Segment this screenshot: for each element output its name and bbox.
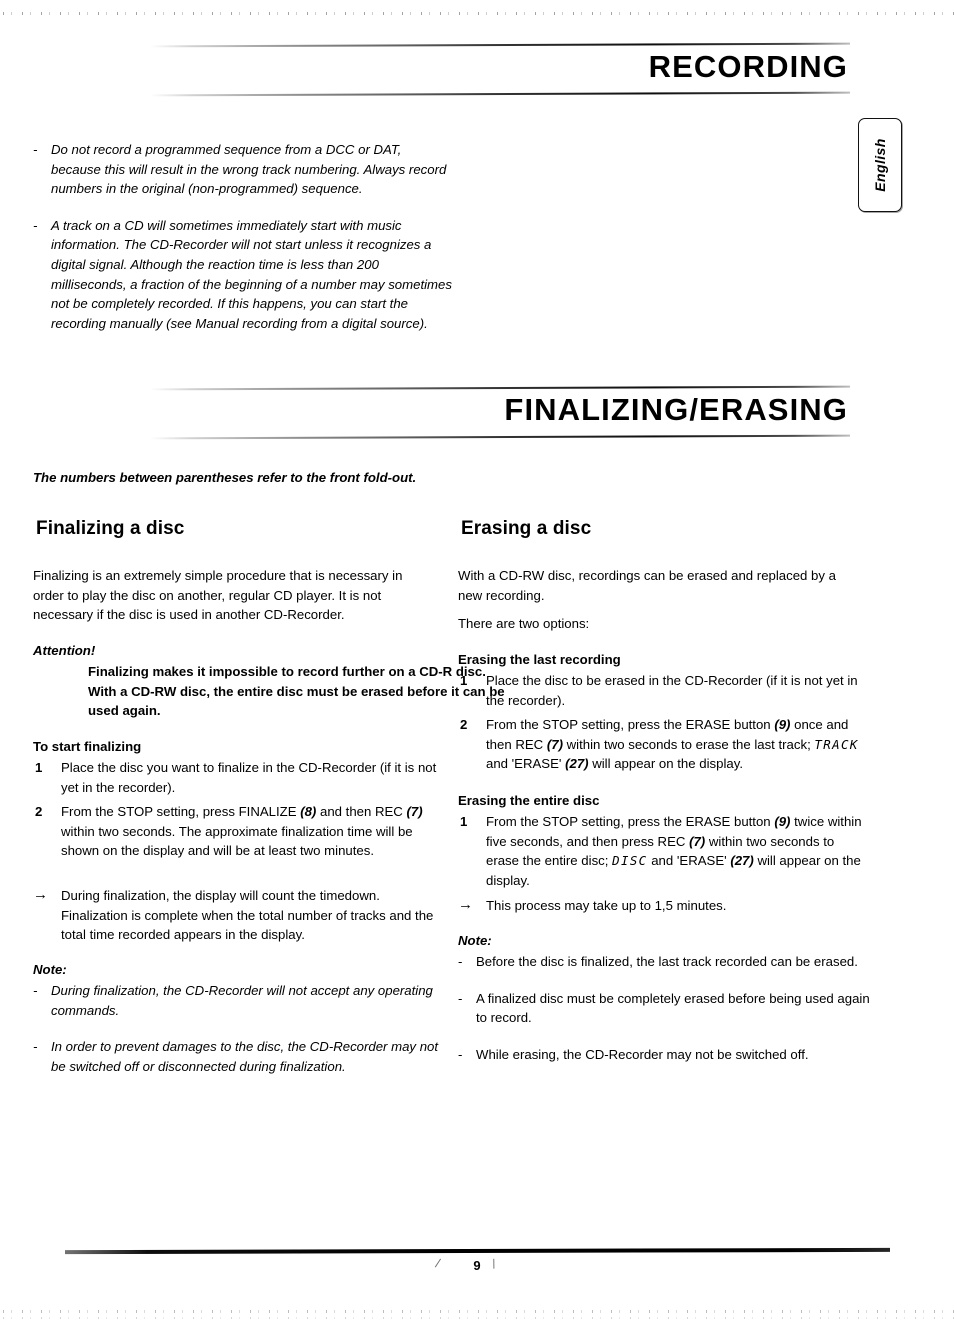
- right-note-label: Note:: [458, 933, 492, 948]
- step-text-part: within two seconds.: [61, 823, 176, 839]
- step-text-part: and 'ERASE': [486, 756, 562, 772]
- dash-marker: -: [458, 1046, 463, 1062]
- erasing-options-line: There are two options:: [458, 616, 590, 631]
- recording-notes-list: - Do not record a programmed sequence fr…: [33, 140, 453, 333]
- footer-rule: [64, 1247, 891, 1255]
- scan-noise-bottom-secondary: [0, 1317, 954, 1319]
- step-number: 1: [460, 814, 468, 829]
- step-number: 1: [35, 760, 43, 775]
- arrow-right-icon: →: [33, 886, 48, 903]
- scan-noise-top: [0, 12, 954, 15]
- fold-out-intro: The numbers between parentheses refer to…: [33, 470, 417, 485]
- document-page: RECORDING English - Do not record a prog…: [0, 0, 954, 1331]
- dash-marker: -: [458, 954, 463, 969]
- step-reference: (9): [774, 717, 791, 732]
- attention-text: Finalizing makes it impossible to record…: [88, 664, 505, 719]
- erasing-intro: With a CD-RW disc, recordings can be era…: [458, 568, 836, 603]
- section-header-recording: RECORDING: [149, 38, 851, 100]
- dash-marker: -: [33, 142, 38, 157]
- dash-marker: -: [33, 217, 38, 233]
- note-item: - Before the disc is finalized, the last…: [458, 952, 870, 972]
- note-item: - While erasing, the CD-Recorder may not…: [458, 1045, 870, 1065]
- note-text: During finalization, the CD-Recorder wil…: [51, 983, 433, 1018]
- finalizing-intro: Finalizing is an extremely simple proced…: [33, 568, 403, 623]
- dash-marker: -: [33, 1039, 38, 1055]
- step-number: 2: [460, 717, 468, 732]
- attention-label: Attention!: [33, 643, 96, 658]
- step-reference: (9): [774, 814, 791, 829]
- section-header-finalizing-erasing: FINALIZING/ERASING: [149, 381, 851, 443]
- left-note-list: - During finalization, the CD-Recorder w…: [33, 981, 445, 1076]
- arrow-right-icon: →: [458, 896, 473, 913]
- step-text-part: From the STOP setting, press the ERASE b…: [486, 814, 771, 829]
- section-title-recording: RECORDING: [648, 49, 848, 84]
- arrow-text: This process may take up to 1,5 minutes.: [486, 898, 727, 913]
- note-text: In order to prevent damages to the disc,…: [51, 1039, 439, 1074]
- step-reference: (8): [300, 804, 317, 819]
- step-reference: (27): [730, 853, 754, 869]
- erasing-arrow-note: → This process may take up to 1,5 minute…: [458, 896, 870, 931]
- language-tab-label: English: [872, 138, 888, 192]
- right-column-heading: Erasing a disc: [461, 518, 592, 539]
- step-text-part: From the STOP setting, press the ERASE b…: [486, 717, 771, 732]
- right-note-list: - Before the disc is finalized, the last…: [458, 952, 870, 1064]
- finalizing-step-2: 2 From the STOP setting, press FINALIZE …: [33, 802, 445, 861]
- to-start-finalizing-heading: To start finalizing: [33, 739, 142, 754]
- display-text-track: TRACK: [814, 736, 859, 752]
- language-tab: English: [858, 118, 902, 212]
- recording-note-text: A track on a CD will sometimes immediate…: [51, 217, 452, 331]
- note-item: - In order to prevent damages to the dis…: [33, 1037, 445, 1076]
- step-item: 1 Place the disc to be erased in the CD-…: [458, 671, 870, 710]
- step-text: Place the disc you want to finalize in t…: [61, 760, 437, 795]
- step-item: 2 From the STOP setting, press FINALIZE …: [33, 802, 445, 861]
- arrow-text: During finalization, the display will co…: [61, 888, 434, 943]
- step-number: 1: [460, 673, 468, 688]
- erasing-last-recording-heading: Erasing the last recording: [458, 652, 621, 667]
- dash-marker: -: [458, 990, 463, 1006]
- finalizing-arrow-note: → During finalization, the display will …: [33, 886, 445, 960]
- step-reference: (27): [565, 756, 589, 772]
- step-item: 2 From the STOP setting, press the ERASE…: [458, 715, 870, 774]
- note-item: - A finalized disc must be completely er…: [458, 989, 870, 1028]
- step-text-part: and then REC: [319, 804, 403, 819]
- step-reference: (7): [689, 833, 706, 849]
- step-text-part: From the STOP setting, press FINALIZE: [61, 804, 297, 819]
- erasing-last-step-2: 2 From the STOP setting, press the ERASE…: [458, 715, 870, 774]
- recording-note-item: - A track on a CD will sometimes immedia…: [33, 216, 453, 334]
- note-text: While erasing, the CD-Recorder may not b…: [476, 1046, 809, 1062]
- erasing-entire-step-1: 1 From the STOP setting, press the ERASE…: [458, 812, 870, 890]
- scan-noise-bottom: [0, 1310, 954, 1313]
- step-item: 1 From the STOP setting, press the ERASE…: [458, 812, 870, 890]
- display-text-disc: DISC: [612, 853, 648, 869]
- recording-note-item: - Do not record a programmed sequence fr…: [33, 140, 453, 199]
- note-text: Before the disc is finalized, the last t…: [476, 954, 858, 969]
- header-rule-bottom: [149, 434, 851, 440]
- arrow-item: → During finalization, the display will …: [33, 886, 445, 945]
- finalizing-step-1: 1 Place the disc you want to finalize in…: [33, 758, 445, 797]
- dash-marker: -: [33, 983, 38, 998]
- erasing-last-step-1: 1 Place the disc to be erased in the CD-…: [458, 671, 870, 710]
- step-reference: (7): [406, 804, 423, 819]
- step-reference: (7): [546, 736, 563, 752]
- left-column-heading: Finalizing a disc: [36, 518, 185, 539]
- note-item: - During finalization, the CD-Recorder w…: [33, 981, 445, 1020]
- recording-note-text: Do not record a programmed sequence from…: [51, 142, 447, 197]
- step-text-part: within two seconds to erase the last tra…: [566, 736, 811, 752]
- section-title-finalizing-erasing: FINALIZING/ERASING: [504, 392, 848, 427]
- page-number: 9: [473, 1258, 481, 1273]
- erasing-entire-disc-heading: Erasing the entire disc: [458, 793, 600, 808]
- step-item: 1 Place the disc you want to finalize in…: [33, 758, 445, 797]
- step-text: Place the disc to be erased in the CD-Re…: [486, 673, 858, 708]
- step-text-part: and 'ERASE': [651, 853, 727, 869]
- step-number: 2: [35, 804, 43, 819]
- arrow-item: → This process may take up to 1,5 minute…: [458, 896, 870, 916]
- left-note-label: Note:: [33, 962, 67, 977]
- header-rule-bottom: [149, 91, 851, 97]
- step-text-part: will appear on the display.: [592, 756, 743, 772]
- note-text: A finalized disc must be completely eras…: [476, 990, 870, 1026]
